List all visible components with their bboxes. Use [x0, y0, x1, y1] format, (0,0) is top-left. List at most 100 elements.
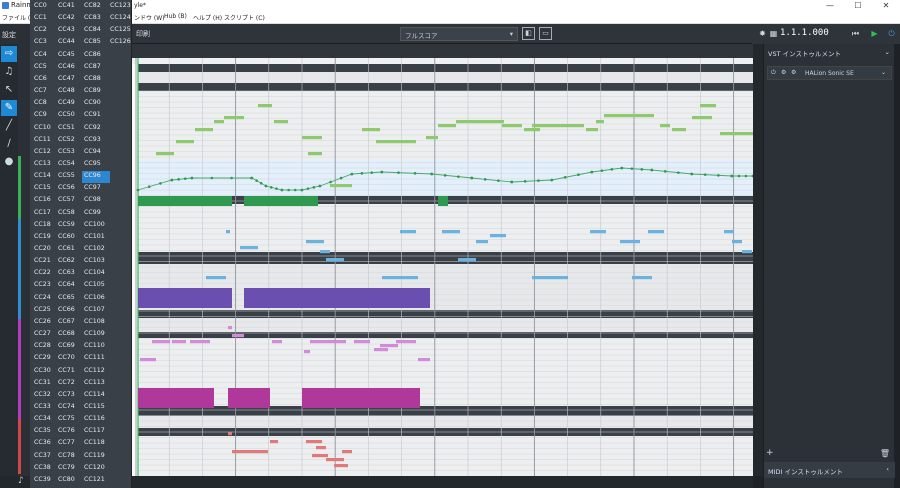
editor-canvas[interactable]	[132, 44, 753, 476]
cc-menu-item[interactable]: CC34	[34, 415, 51, 422]
rewind-icon[interactable]: ⏮	[850, 28, 861, 39]
cc-menu-item[interactable]: CC94	[84, 148, 101, 155]
cc-menu-item[interactable]: CC84	[84, 26, 101, 33]
score-view-dropdown[interactable]: フルスコア ▾	[400, 27, 518, 41]
cc-menu-item[interactable]: CC88	[84, 75, 101, 82]
cc-menu-item[interactable]: CC70	[58, 354, 75, 361]
cc-menu-item[interactable]: CC111	[84, 354, 105, 361]
cc-menu-item[interactable]: CC87	[84, 63, 101, 70]
cc-menu-item[interactable]: CC89	[84, 87, 101, 94]
cc-menu-item[interactable]: CC18	[34, 221, 51, 228]
cc-menu-item[interactable]: CC58	[58, 209, 75, 216]
cc-menu-item[interactable]: CC53	[58, 148, 75, 155]
cc-menu-item[interactable]: CC54	[58, 160, 75, 167]
cc-menu-item[interactable]: CC108	[84, 318, 105, 325]
cc-menu-item[interactable]: CC103	[84, 257, 105, 264]
cc-menu-item[interactable]: CC5	[34, 63, 47, 70]
cc-menu-item[interactable]: CC39	[34, 476, 51, 483]
cc-menu-item[interactable]: CC123	[110, 2, 131, 9]
menu-window[interactable]: ンドウ (W)	[134, 13, 165, 22]
cc-menu-item[interactable]: CC71	[58, 367, 75, 374]
cc-menu-item[interactable]: CC112	[84, 367, 105, 374]
cc-menu-item[interactable]: CC119	[84, 452, 105, 459]
cc-menu-item[interactable]: CC20	[34, 245, 51, 252]
cc-menu-item[interactable]: CC51	[58, 124, 75, 131]
cc-menu-item[interactable]: CC100	[84, 221, 105, 228]
cc-menu-item[interactable]: CC116	[84, 415, 105, 422]
cc-menu-item[interactable]: CC114	[84, 391, 105, 398]
midi-instruments-bar[interactable]: MIDI インストゥルメント ‹	[764, 462, 895, 478]
cc-menu-item[interactable]: CC19	[34, 233, 51, 240]
vst-header[interactable]: VST インストゥルメント ⌄	[764, 48, 895, 60]
cc-menu-item[interactable]: CC23	[34, 281, 51, 288]
cc-menu-item[interactable]: CC96	[84, 172, 101, 179]
cc-menu-item[interactable]: CC78	[58, 452, 75, 459]
cc-menu-item[interactable]: CC42	[58, 14, 75, 21]
line-icon[interactable]: ╱	[1, 118, 17, 134]
minimize-button[interactable]: —	[816, 0, 844, 12]
cc-menu-item[interactable]: CC13	[34, 160, 51, 167]
cc-menu-item[interactable]: CC49	[58, 99, 75, 106]
cc-menu-item[interactable]: CC61	[58, 245, 75, 252]
cc-menu-item[interactable]: CC66	[58, 306, 75, 313]
cc-menu-item[interactable]: CC115	[84, 403, 105, 410]
cc-menu-item[interactable]: CC2	[34, 26, 47, 33]
cc-menu-item[interactable]: CC125	[110, 26, 131, 33]
cc-menu-item[interactable]: CC82	[84, 2, 101, 9]
cc-menu-item[interactable]: CC25	[34, 306, 51, 313]
cc-menu-item[interactable]: CC93	[84, 136, 101, 143]
cc-menu-item[interactable]: CC59	[58, 221, 75, 228]
cc-menu-item[interactable]: CC1	[34, 14, 47, 21]
power-icon[interactable]: ⏻	[771, 69, 776, 77]
cc-menu-item[interactable]: CC117	[84, 427, 105, 434]
settings-button[interactable]: 設定	[2, 30, 16, 40]
cc-menu-item[interactable]: CC41	[58, 2, 75, 9]
cc-menu-item[interactable]: CC86	[84, 51, 101, 58]
cc-menu-item[interactable]: CC63	[58, 269, 75, 276]
cc-menu-item[interactable]: CC90	[84, 99, 101, 106]
cc-menu-item[interactable]: CC10	[34, 124, 51, 131]
cc-menu-item[interactable]: CC45	[58, 51, 75, 58]
cc-menu-item[interactable]: CC126	[110, 38, 131, 45]
edit-icon[interactable]: ⚙	[781, 69, 786, 76]
cc-menu-item[interactable]: CC95	[84, 160, 101, 167]
cc-menu-item[interactable]: CC79	[58, 464, 75, 471]
cc-menu-item[interactable]: CC118	[84, 439, 105, 446]
cc-menu-item[interactable]: CC28	[34, 342, 51, 349]
cc-menu-item[interactable]: CC22	[34, 269, 51, 276]
cc-menu-item[interactable]: CC16	[34, 196, 51, 203]
cc-menu-item[interactable]: CC15	[34, 184, 51, 191]
cc-menu-item[interactable]: CC12	[34, 148, 51, 155]
menu-script[interactable]: スクリプト (C)	[224, 13, 265, 22]
note-icon[interactable]: ♪	[18, 476, 24, 486]
cc-menu-item[interactable]: CC24	[34, 294, 51, 301]
grid-icon[interactable]: ▦	[768, 28, 779, 39]
cc-menu-item[interactable]: CC21	[34, 257, 51, 264]
vst-instrument-slot[interactable]: ⏻ ⚙ ⚙ HALion Sonic SE ⌄	[767, 66, 892, 80]
knife-icon[interactable]: ∕	[1, 136, 17, 152]
cc-menu-item[interactable]: CC52	[58, 136, 75, 143]
cc-menu-item[interactable]: CC31	[34, 379, 51, 386]
cc-menu-item[interactable]: CC101	[84, 233, 105, 240]
maximize-button[interactable]: ☐	[844, 0, 872, 12]
cc-menu-item[interactable]: CC76	[58, 427, 75, 434]
cc-menu-item[interactable]: CC46	[58, 63, 75, 70]
cc-menu-item[interactable]: CC29	[34, 354, 51, 361]
cc-menu-item[interactable]: CC26	[34, 318, 51, 325]
trash-icon[interactable]: 🗑	[880, 449, 890, 458]
cc-menu-item[interactable]: CC3	[34, 38, 47, 45]
cc-menu-item[interactable]: CC27	[34, 330, 51, 337]
cc-menu-item[interactable]: CC7	[34, 87, 47, 94]
horizontal-scrollbar[interactable]	[132, 476, 753, 488]
cc-menu-item[interactable]: CC97	[84, 184, 101, 191]
cc-menu-item[interactable]: CC83	[84, 14, 101, 21]
cc-menu-item[interactable]: CC124	[110, 14, 131, 21]
add-icon[interactable]: +	[766, 448, 774, 458]
cc-menu-item[interactable]: CC37	[34, 452, 51, 459]
arrow-icon[interactable]: ⇨	[1, 46, 17, 62]
cc-menu-item[interactable]: CC43	[58, 26, 75, 33]
cc-menu-item[interactable]: CC64	[58, 281, 75, 288]
menu-help[interactable]: ヘルプ (H)	[193, 13, 222, 22]
cc-menu-item[interactable]: CC36	[34, 439, 51, 446]
cc-menu-item[interactable]: CC106	[84, 294, 105, 301]
